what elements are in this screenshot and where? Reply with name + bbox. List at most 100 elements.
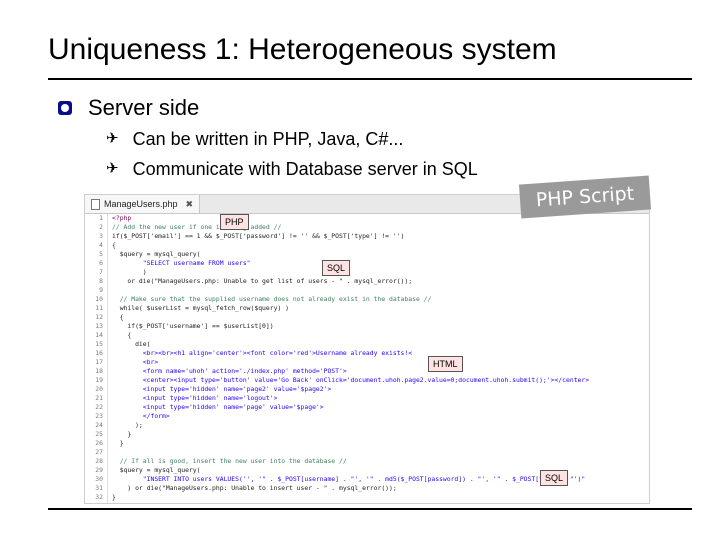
line-code: if($_POST['username'] == $userList[0]) [112,322,274,330]
line-number: 3 [85,232,108,241]
code-line: 14 { [85,331,649,340]
line-number: 28 [85,457,108,466]
line-code: "SELECT username FROM users" [112,259,251,267]
line-code: if($_POST['email'] == 1 && $_POST['passw… [112,232,405,240]
line-number: 4 [85,241,108,250]
code-line: 17 <br> [85,358,649,367]
php-label: PHP [220,214,249,230]
line-code: <input type='hidden' name='page2' value=… [112,385,332,393]
line-code: ?> [108,502,120,503]
line-number: 8 [85,277,108,286]
editor-tab-label: ManageUsers.php [104,199,178,209]
html-label: HTML [428,356,463,372]
line-number: 12 [85,313,108,322]
airplane-bullet-icon: ✈ [106,130,119,147]
code-line: 7 ) [85,268,649,277]
line-code: <br><br><h1 align='center'><font color='… [112,349,413,357]
line-number: 2 [85,223,108,232]
line-number: 23 [85,412,108,421]
bottom-divider [48,508,692,510]
code-line: 22 <input type='hidden' name='page' valu… [85,403,649,412]
bullet-server-side: Server side [58,94,199,122]
line-code: <?php [112,214,132,222]
line-code: ) or die("ManageUsers.php: Unable to ins… [112,484,397,492]
code-line: 18 <form name='uhoh' action='./index.php… [85,367,649,376]
code-line: 5 $query = mysql_query( [85,250,649,259]
line-code: $query = mysql_query( [112,250,201,258]
line-number: 30 [85,475,108,484]
line-number: 25 [85,430,108,439]
code-line: 11 while( $userList = mysql_fetch_row($q… [85,304,649,313]
line-number: 27 [85,448,108,457]
line-code: $query = mysql_query( [112,466,201,474]
code-editor-screenshot: ManageUsers.php ✖ 1 <?php 2 // Add the new … [84,194,650,504]
line-code: <form name='uhoh' action='./index.php' m… [112,367,347,375]
line-code: or die("ManageUsers.php: Unable to get l… [112,277,413,285]
code-line: 24 ); [85,421,649,430]
line-number: 19 [85,376,108,385]
line-number: 7 [85,268,108,277]
sub-bullet-languages: ✈ Can be written in PHP, Java, C#... [106,128,403,150]
line-code: <center><input type='button' value='Go B… [112,376,590,384]
close-icon[interactable]: ✖ [186,199,194,210]
line-number: 24 [85,421,108,430]
code-line: 28 // If all is good, insert the new use… [85,457,649,466]
code-line: 27 [85,448,649,457]
line-number: 15 [85,340,108,349]
checkbox-bullet-icon [58,101,72,115]
code-line: 16 <br><br><h1 align='center'><font colo… [85,349,649,358]
line-code: ) [112,268,147,276]
editor-tab[interactable]: ManageUsers.php ✖ [85,195,201,213]
code-line: 19 <center><input type='button' value='G… [85,376,649,385]
line-number: 5 [85,250,108,259]
line-number: 6 [85,259,108,268]
code-line: 4{ [85,241,649,250]
line-code: // Add the new user if one is being adde… [112,223,282,231]
line-number: 22 [85,403,108,412]
line-code: } [112,439,124,447]
line-code: <input type='hidden' name='page' value='… [112,403,324,411]
slide-title: Uniqueness 1: Heterogeneous system [48,33,557,66]
line-code: } [112,430,132,438]
sub-bullet-text: Can be written in PHP, Java, C#... [132,129,404,149]
line-code: { [112,313,124,321]
code-line: 8 or die("ManageUsers.php: Unable to get… [85,277,649,286]
code-line: 25 } [85,430,649,439]
line-number: 31 [85,484,108,493]
line-number: 13 [85,322,108,331]
line-number: 21 [85,394,108,403]
sub-bullet-text: Communicate with Database server in SQL [132,159,478,179]
code-line: 21 <input type='hidden' name='logout'> [85,394,649,403]
line-code: <br> [112,358,159,366]
sub-bullet-sql: ✈ Communicate with Database server in SQ… [106,158,478,180]
line-number: 18 [85,367,108,376]
line-code: // If all is good, insert the new user i… [112,457,347,465]
line-number: 26 [85,439,108,448]
code-line: 10 // Make sure that the supplied userna… [85,295,649,304]
line-number: 10 [85,295,108,304]
line-code: <input type='hidden' name='logout'> [112,394,278,402]
file-icon [91,198,100,210]
line-code: </form> [112,412,170,420]
line-number: 17 [85,358,108,367]
line-number: 14 [85,331,108,340]
line-code: ); [112,421,143,429]
line-code: die( [112,340,151,348]
code-line: 15 die( [85,340,649,349]
bullet-text: Server side [88,95,200,120]
sql-label-select: SQL [322,260,351,276]
code-line: 32} [85,493,649,502]
line-code: { [112,331,132,339]
line-code: while( $userList = mysql_fetch_row($quer… [112,304,289,312]
code-line: 33?> [85,502,649,503]
sql-label-insert: SQL [540,470,569,486]
title-divider [48,78,692,80]
code-line: 20 <input type='hidden' name='page2' val… [85,385,649,394]
line-number: 29 [85,466,108,475]
code-body: 1 <?php 2 // Add the new user if one is bei… [85,214,649,503]
line-code: // Make sure that the supplied username … [112,295,432,303]
code-line: 3 if($_POST['email'] == 1 && $_POST['pass… [85,232,649,241]
line-code: { [112,241,116,249]
